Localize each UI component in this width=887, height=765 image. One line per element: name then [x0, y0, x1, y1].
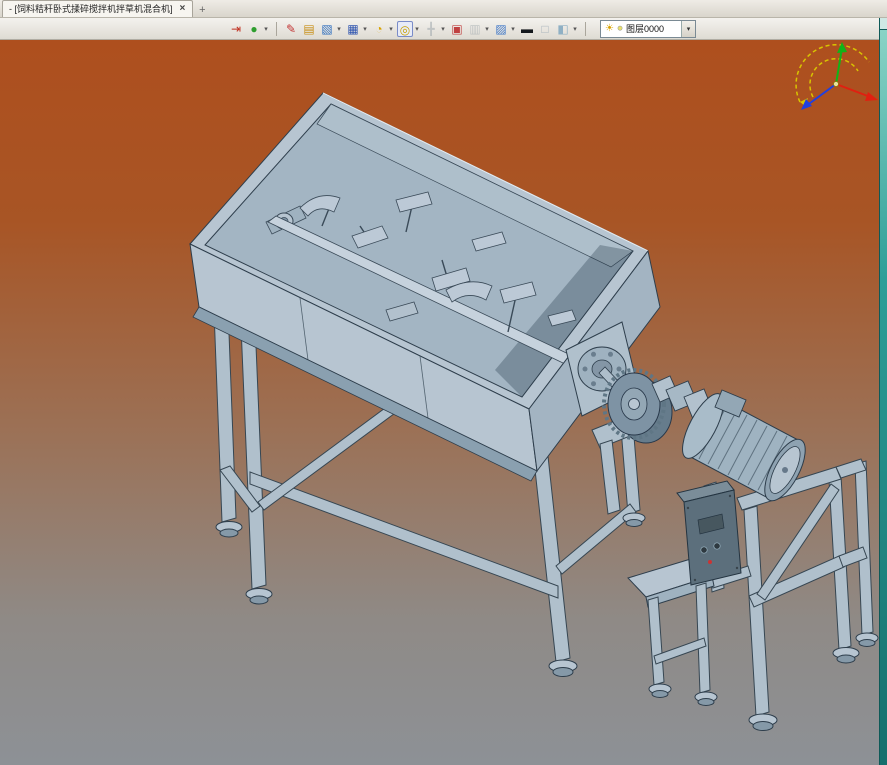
chevron-down-icon[interactable]: ▾ [335, 25, 343, 33]
chain-sprocket [602, 368, 666, 440]
cad-window: - [饲料秸秆卧式揉碎搅拌机拌草机混合机] × + ⇥ ● ▾ ✎ ▤ ▧ ▾ … [0, 0, 887, 765]
document-tab[interactable]: - [饲料秸秆卧式揉碎搅拌机拌草机混合机] × [2, 0, 194, 17]
foot-pad [748, 713, 778, 731]
chevron-down-icon[interactable]: ▾ [571, 25, 579, 33]
chevron-down-icon[interactable]: ▾ [413, 25, 421, 33]
exit-icon[interactable]: ⇥ [228, 21, 244, 37]
foot-pad [855, 632, 879, 647]
foot-pad [622, 512, 646, 527]
control-button [713, 542, 721, 550]
solid-modeling-icon[interactable]: ▧ [319, 21, 335, 37]
layer-visibility-icon[interactable]: ☀ [605, 23, 614, 34]
zoom-icon[interactable]: ◎ [397, 20, 413, 37]
scrollbar-top-button[interactable] [880, 18, 887, 30]
chevron-down-icon[interactable]: ▾ [262, 25, 270, 33]
render-region-icon[interactable]: ▣ [449, 21, 465, 37]
control-button [700, 546, 708, 554]
orientation-triad [795, 42, 878, 110]
toolbar-separator [276, 21, 277, 36]
sketch-pen-icon[interactable]: ✎ [283, 21, 299, 37]
image-icon[interactable]: ▨ [493, 21, 509, 37]
foot-pad [832, 647, 860, 664]
new-tab-button[interactable]: + [193, 4, 211, 17]
tab-bar: - [饲料秸秆卧式揉碎搅拌机拌草机混合机] × + [0, 0, 887, 18]
assembly-icon[interactable]: ▦ [345, 21, 361, 37]
main-toolbar: ⇥ ● ▾ ✎ ▤ ▧ ▾ ▦ ▾ ◔ ▾ ◎ ▾ ╋ ▾ ▣ ▥ ▾ ▨ ▾ … [0, 18, 887, 40]
layer-combobox[interactable]: ☀ ● 图层0000 ▾ [600, 19, 697, 38]
chevron-down-icon[interactable]: ▾ [439, 25, 447, 33]
render-mode-icon[interactable]: ● [246, 21, 262, 37]
palette-icon[interactable]: ▤ [301, 21, 317, 37]
layer-name: 图层0000 [626, 24, 665, 34]
material-icon[interactable]: ◧ [555, 21, 571, 37]
chevron-down-icon[interactable]: ▾ [387, 25, 395, 33]
chevron-down-icon[interactable]: ▾ [361, 25, 369, 33]
foot-pad [245, 588, 273, 605]
mixer-trough [189, 92, 661, 482]
foot-pad [215, 521, 243, 538]
viewport-scrollbar[interactable] [879, 18, 887, 765]
chevron-down-icon[interactable]: ▾ [681, 20, 696, 37]
foot-pad [648, 683, 672, 698]
step-platform [627, 557, 752, 706]
chevron-down-icon[interactable]: ▾ [483, 25, 491, 33]
pie-analysis-icon[interactable]: ◔ [371, 21, 387, 37]
grid-icon[interactable]: ▥ [467, 21, 483, 37]
bg-color-icon[interactable]: □ [537, 21, 553, 37]
document-tab-title: - [饲料秸秆卧式揉碎搅拌机拌草机混合机] [9, 4, 173, 14]
line-width-icon[interactable]: ▬ [519, 21, 535, 37]
chevron-down-icon[interactable]: ▾ [509, 25, 517, 33]
foot-pad [694, 691, 718, 706]
indicator-light [708, 560, 712, 564]
tab-close-button[interactable]: × [179, 3, 187, 14]
model-canvas [189, 42, 879, 731]
layer-color-icon: ● [616, 23, 624, 35]
toolbar-separator [585, 21, 586, 36]
move-view-icon[interactable]: ╋ [423, 21, 439, 37]
foot-pad [548, 659, 578, 677]
viewport-3d[interactable] [0, 40, 887, 765]
y-axis [835, 47, 843, 85]
